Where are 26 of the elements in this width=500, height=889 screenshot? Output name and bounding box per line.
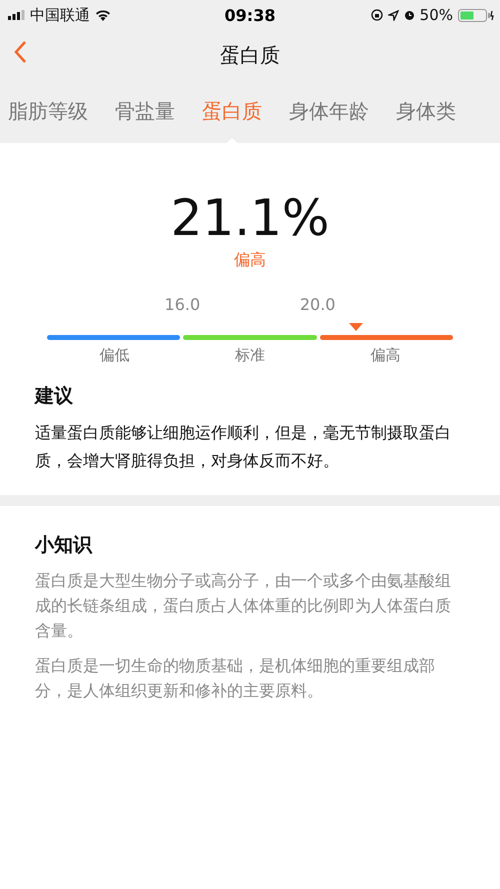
range-label: 偏低 xyxy=(100,346,130,364)
tab[interactable]: 骨盐量 xyxy=(115,98,175,125)
tab[interactable]: 身体年龄 xyxy=(289,98,369,125)
range-label: 偏高 xyxy=(370,346,400,364)
section-heading: 建议 xyxy=(35,384,74,409)
wifi-icon xyxy=(95,9,111,21)
carrier-name: 中国联通 xyxy=(30,6,90,24)
result-rating: 偏高 xyxy=(233,250,267,271)
tab[interactable]: 身体类 xyxy=(396,98,456,125)
page-title: 蛋白质 xyxy=(220,42,280,68)
battery-icon xyxy=(458,8,494,22)
threshold-value: 16.0 xyxy=(164,295,200,314)
knowledge-paragraph: 蛋白质是大型生物分子或高分子，由一个或多个由氨基酸组成的长链条组成，蛋白质占人体体重的比例即为人体蛋白质含量。 xyxy=(35,570,452,642)
threshold-value: 20.0 xyxy=(300,295,336,314)
clock-time: 09:38 xyxy=(224,6,276,24)
signal-icon xyxy=(8,10,25,20)
section-heading: 小知识 xyxy=(35,533,94,558)
advice-text: 适量蛋白质能够让细胞运作顺利，但是，毫无节制摄取蛋白质，会增大肾脏得负担，对身体反而不好。 xyxy=(35,422,452,472)
range-label: 标准 xyxy=(234,346,265,364)
back-icon[interactable] xyxy=(13,40,27,64)
rotation-lock-icon xyxy=(370,9,383,21)
battery-percent: 50% xyxy=(420,6,453,24)
tab[interactable]: 脂肪等级 xyxy=(8,98,88,125)
result-value: 21.1% xyxy=(170,188,330,248)
knowledge-paragraph: 蛋白质是一切生命的物质基础，是机体细胞的重要组成部分，是人体组织更新和修补的主要原料。 xyxy=(35,655,436,702)
location-arrow-icon xyxy=(388,10,399,20)
